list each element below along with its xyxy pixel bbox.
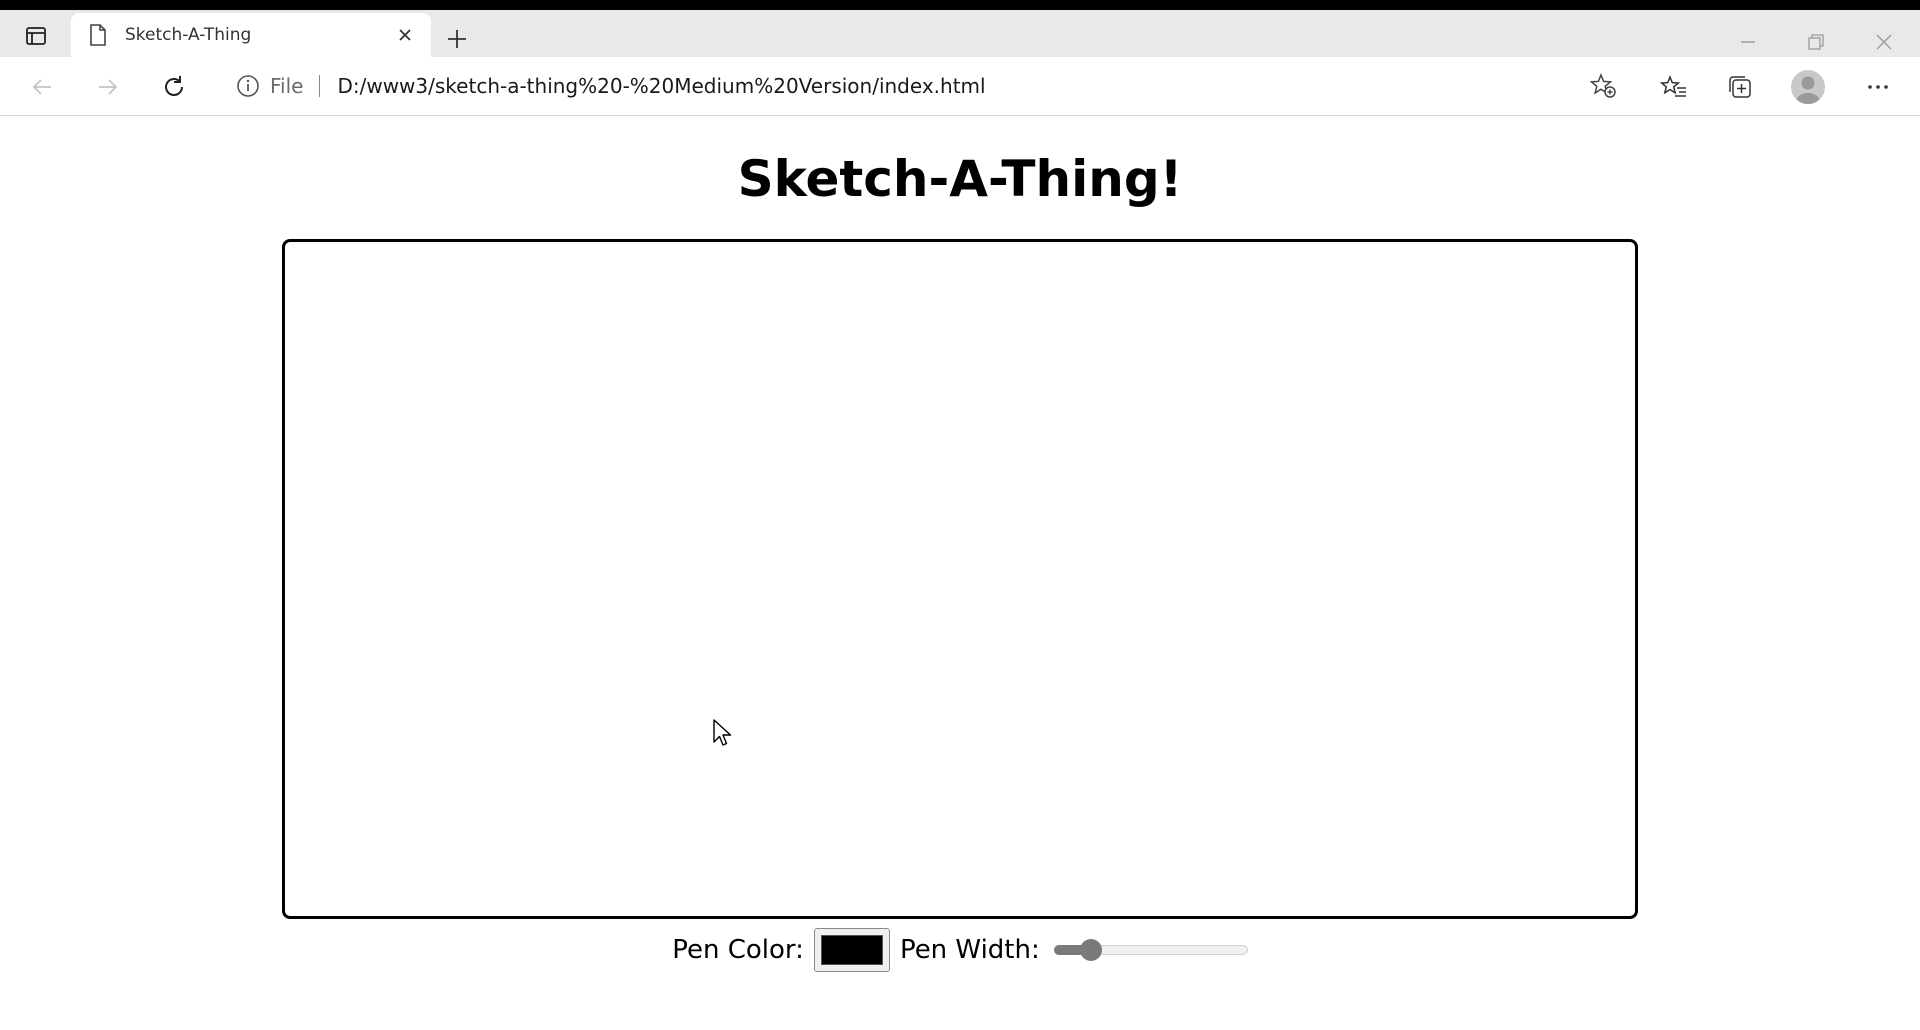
collections-button[interactable] — [1720, 67, 1760, 107]
settings-menu-button[interactable] — [1858, 67, 1898, 107]
restore-icon — [1808, 34, 1824, 50]
close-icon — [399, 29, 411, 41]
mouse-cursor-icon — [713, 719, 732, 746]
browser-tab[interactable]: Sketch-A-Thing — [71, 13, 431, 57]
address-separator — [319, 75, 321, 97]
tab-title: Sketch-A-Thing — [125, 25, 252, 45]
more-icon — [1868, 85, 1888, 89]
sketch-canvas[interactable] — [282, 239, 1638, 919]
window-top-edge — [0, 0, 1920, 10]
plus-icon — [448, 30, 466, 48]
url-scheme-label: File — [270, 74, 304, 98]
favorites-icon — [1660, 75, 1686, 97]
tab-actions-button[interactable] — [14, 20, 58, 56]
collections-icon — [1729, 76, 1751, 98]
back-button[interactable] — [22, 67, 62, 107]
arrow-left-icon — [32, 79, 51, 95]
pen-color-label: Pen Color: — [672, 935, 804, 965]
page-icon — [89, 24, 109, 46]
pen-color-swatch — [820, 935, 883, 965]
info-icon[interactable] — [236, 74, 260, 98]
browser-toolbar: File D:/www3/sketch-a-thing%20-%20Medium… — [0, 57, 1920, 116]
new-tab-button[interactable] — [440, 22, 474, 56]
pen-color-picker[interactable] — [813, 928, 890, 972]
reload-icon — [165, 76, 183, 96]
close-icon — [1876, 34, 1892, 50]
tab-actions-icon — [25, 25, 47, 52]
page-content: Sketch-A-Thing! Pen Color: Pen Width: — [0, 117, 1920, 1030]
profile-button[interactable] — [1788, 67, 1828, 107]
url-text[interactable]: D:/www3/sketch-a-thing%20-%20Medium%20Ve… — [337, 74, 1588, 98]
profile-icon — [1791, 70, 1825, 104]
page-title: Sketch-A-Thing! — [737, 150, 1183, 208]
pen-controls: Pen Color: Pen Width: — [0, 925, 1920, 975]
slider-thumb[interactable] — [1079, 939, 1102, 961]
forward-button[interactable] — [88, 67, 128, 107]
address-bar[interactable]: File D:/www3/sketch-a-thing%20-%20Medium… — [216, 64, 1632, 108]
arrow-right-icon — [99, 79, 118, 95]
pen-width-label: Pen Width: — [899, 935, 1040, 965]
star-add-icon — [1589, 73, 1616, 98]
tab-close-button[interactable] — [393, 23, 417, 47]
reload-button[interactable] — [154, 67, 194, 107]
add-favorite-button[interactable] — [1588, 71, 1618, 101]
minimize-icon — [1741, 41, 1755, 43]
favorites-button[interactable] — [1654, 67, 1694, 107]
pen-width-slider[interactable] — [1053, 938, 1248, 962]
tab-bar: Sketch-A-Thing — [0, 10, 1920, 57]
